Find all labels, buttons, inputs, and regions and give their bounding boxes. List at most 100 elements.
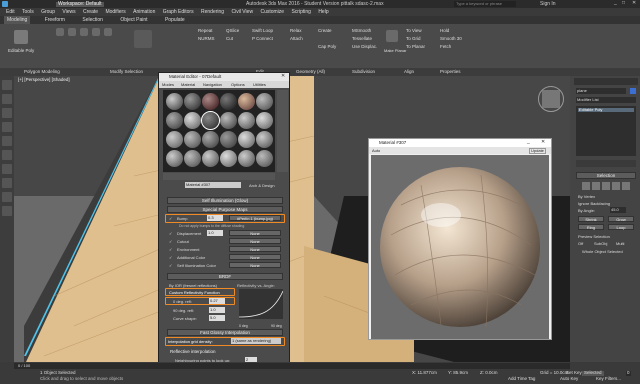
set-key-button[interactable]: Set Key <box>566 370 582 376</box>
vertex-subobj-icon[interactable] <box>582 182 590 190</box>
brdf-rollout[interactable]: BRDF <box>167 273 283 280</box>
bump-checkbox[interactable]: ✓ <box>169 216 172 221</box>
displacement-checkbox[interactable]: ✓ <box>169 231 172 236</box>
to-planar-button[interactable]: To Planar <box>406 44 425 49</box>
sample-slot[interactable] <box>256 131 273 148</box>
sample-slot[interactable] <box>238 131 255 148</box>
sample-slot[interactable] <box>220 112 237 129</box>
menu-group[interactable]: Group <box>41 8 55 16</box>
bump-amount-input[interactable]: 0.3 <box>207 215 223 221</box>
medit-menu-options[interactable]: Options <box>231 82 245 87</box>
cap-poly-button[interactable]: Cap Poly <box>318 44 336 49</box>
deg0-input[interactable]: 0.27 <box>209 298 225 304</box>
make-planar-icon[interactable] <box>386 30 398 42</box>
modify-selection-label[interactable]: Modify Selection <box>110 69 143 74</box>
selected-dropdown[interactable]: Selected <box>582 370 604 376</box>
self-illum-color-map-button[interactable]: None <box>229 262 281 268</box>
preview-minimize-icon[interactable]: _ <box>527 140 530 145</box>
cutout-map-button[interactable]: None <box>229 238 281 244</box>
tool-icon-10[interactable] <box>2 206 12 216</box>
attach-button[interactable]: Attach <box>290 36 303 41</box>
sample-slot[interactable] <box>256 150 273 167</box>
command-panel-tabs[interactable] <box>574 78 638 85</box>
custom-reflectivity-radio[interactable]: Custom Reflectivity Function <box>169 290 220 295</box>
sample-slot[interactable] <box>166 150 183 167</box>
ring-button[interactable]: Ring <box>578 224 604 230</box>
medit-menu-material[interactable]: Material <box>181 82 195 87</box>
msmooth-button[interactable]: MSmooth <box>352 28 371 33</box>
edge-icon[interactable] <box>68 28 76 36</box>
preview-close-icon[interactable]: ✕ <box>541 140 545 145</box>
sample-slot[interactable] <box>184 150 201 167</box>
search-input[interactable]: Type a keyword or phrase <box>454 1 516 7</box>
menu-customize[interactable]: Customize <box>260 8 284 16</box>
close-icon[interactable]: ✕ <box>632 1 636 6</box>
key-filters-button[interactable]: Key Filters... <box>596 376 621 382</box>
current-frame-field[interactable]: 0 <box>626 370 631 376</box>
sample-slot[interactable] <box>220 131 237 148</box>
sample-slot[interactable] <box>220 150 237 167</box>
polygon-modeling-label[interactable]: Polygon Modeling <box>24 69 60 74</box>
medit-menu-utilities[interactable]: Utilities <box>253 82 266 87</box>
sample-slot[interactable] <box>166 131 183 148</box>
grow-button[interactable]: Grow <box>608 216 634 222</box>
x-coordinate[interactable]: X: 11.877cm <box>412 370 437 376</box>
tool-icon-3[interactable] <box>2 108 12 118</box>
interpolation-grid-dropdown[interactable]: 1 (same as rendering) <box>231 338 281 344</box>
workspace-dropdown[interactable]: Workspace: Default <box>56 1 104 7</box>
sample-slot[interactable] <box>184 112 201 129</box>
by-vertex-checkbox[interactable]: By Vertex <box>578 194 595 199</box>
tab-selection[interactable]: Selection <box>79 16 106 24</box>
to-grid-button[interactable]: To Grid <box>406 36 421 41</box>
displacement-amount-input[interactable]: 1.0 <box>207 230 223 236</box>
object-color-swatch[interactable] <box>630 88 636 94</box>
self-illumination-rollout[interactable]: Self Illumination (Glow) <box>167 197 283 204</box>
tab-modeling[interactable]: Modeling <box>4 16 31 24</box>
sample-slot[interactable] <box>202 131 219 148</box>
update-button[interactable]: Update <box>529 148 546 154</box>
viewport-label[interactable]: [+] [Perspective] [Shaded] <box>18 77 70 83</box>
special-purpose-rollout[interactable]: Special Purpose Maps <box>167 206 283 213</box>
additional-color-map-button[interactable]: None <box>229 254 281 260</box>
sample-slot[interactable] <box>220 93 237 110</box>
sample-slot[interactable] <box>202 150 219 167</box>
relax-button[interactable]: Relax <box>290 28 302 33</box>
border-icon[interactable] <box>80 28 88 36</box>
sample-slot[interactable] <box>256 93 273 110</box>
menu-help[interactable]: Help <box>318 8 328 16</box>
to-view-button[interactable]: To View <box>406 28 422 33</box>
stack-item-editable-poly[interactable]: Editable Poly <box>578 108 634 112</box>
edge-subobj-icon[interactable] <box>592 182 600 190</box>
tab-populate[interactable]: Populate <box>162 16 188 24</box>
z-coordinate[interactable]: Z: 0.0cm <box>480 370 498 376</box>
tool-icon-8[interactable] <box>2 178 12 188</box>
tab-object-paint[interactable]: Object Paint <box>117 16 150 24</box>
auto-checkbox[interactable]: Auto <box>372 148 380 153</box>
sample-slot[interactable] <box>166 93 183 110</box>
medit-close-icon[interactable]: ✕ <box>281 74 285 79</box>
repeat-button[interactable]: Repeat <box>198 28 213 33</box>
app-logo-icon[interactable] <box>2 1 8 7</box>
tessellate-button[interactable]: Tessellate <box>352 36 372 41</box>
tool-icon-5[interactable] <box>2 136 12 146</box>
nurms-button[interactable]: NURMS <box>198 36 215 41</box>
sample-slot[interactable] <box>256 112 273 129</box>
menu-civil-view[interactable]: Civil View <box>231 8 253 16</box>
modify-selection-icon[interactable] <box>134 30 152 48</box>
environment-map-button[interactable]: None <box>229 246 281 252</box>
object-name-field[interactable]: plane <box>576 88 626 94</box>
ignore-backfacing-checkbox[interactable]: Ignore Backfacing <box>578 201 610 206</box>
auto-key-button[interactable]: Auto Key <box>560 376 578 382</box>
by-angle-input[interactable]: 45.0 <box>610 207 626 213</box>
polygon-icon[interactable] <box>92 28 100 36</box>
qslice-button[interactable]: QSlice <box>226 28 239 33</box>
sample-slot[interactable] <box>166 112 183 129</box>
sign-in-link[interactable]: Sign In <box>540 1 556 7</box>
smooth-button[interactable]: Smooth 30 <box>440 36 462 41</box>
menu-modifiers[interactable]: Modifiers <box>105 8 125 16</box>
curve-shape-input[interactable]: 5.0 <box>209 315 225 321</box>
preview-subobj-radio[interactable]: SubObj <box>594 241 607 246</box>
loop-button[interactable]: Loop <box>608 224 634 230</box>
menu-edit[interactable]: Edit <box>6 8 15 16</box>
y-coordinate[interactable]: Y: 85.9cm <box>448 370 468 376</box>
